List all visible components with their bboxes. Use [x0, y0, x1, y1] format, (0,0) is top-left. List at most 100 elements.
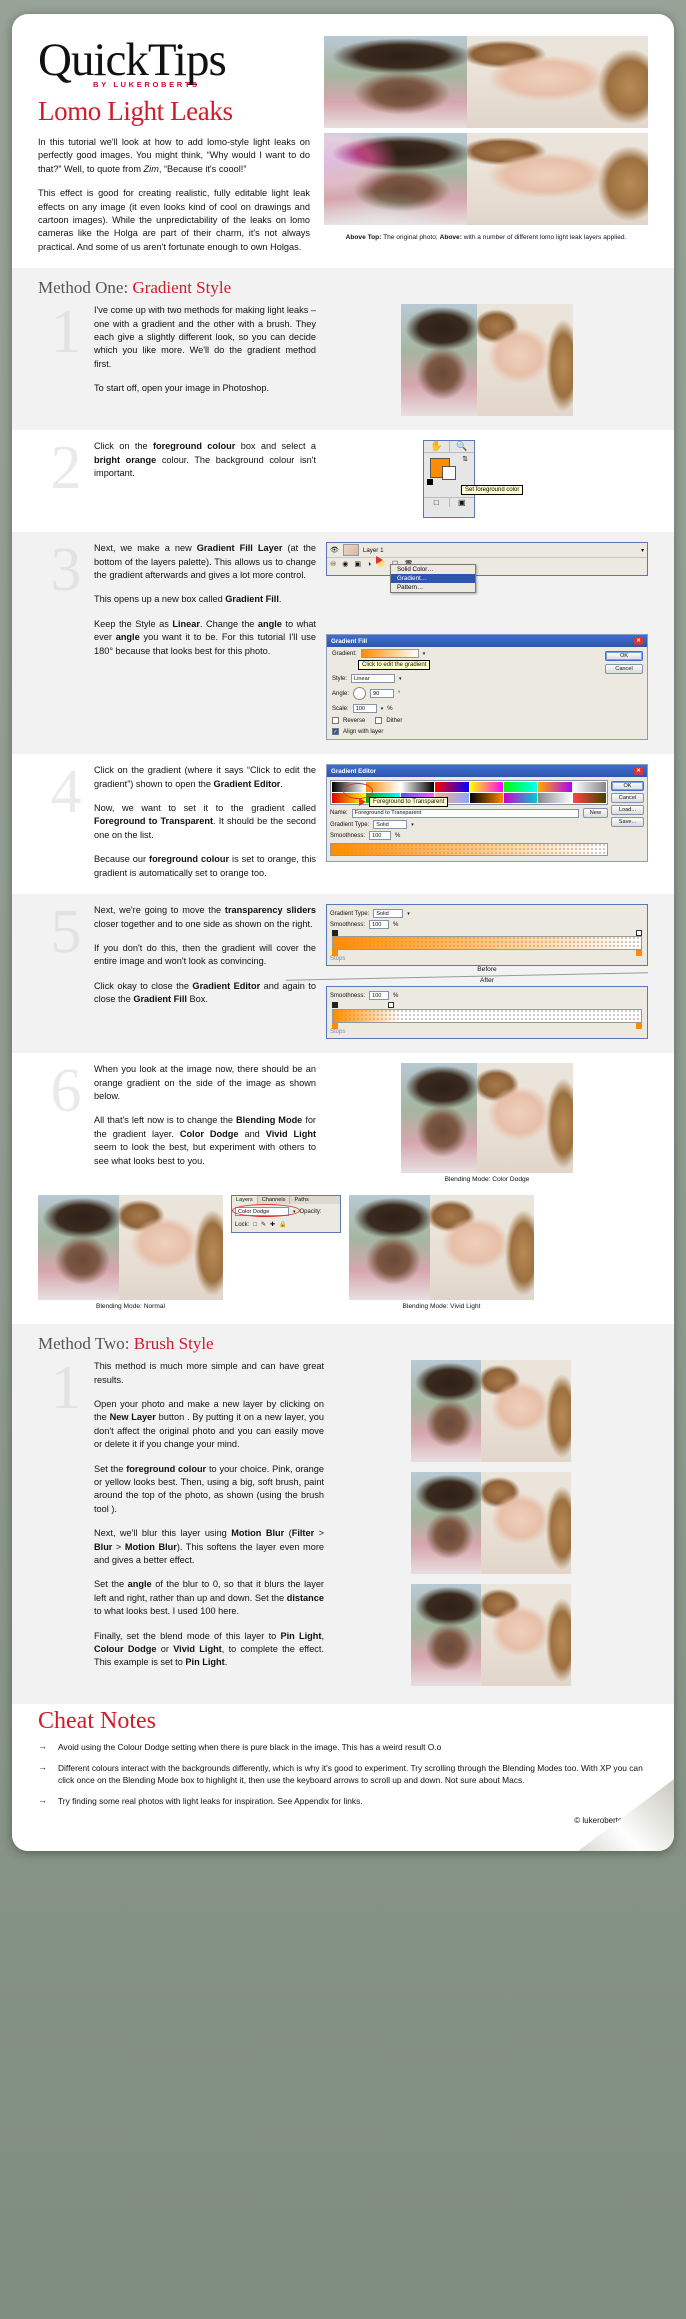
style-dropdown-icon[interactable]: ▾	[399, 676, 402, 682]
smoothness-input[interactable]: 100	[369, 831, 392, 841]
tab-channels[interactable]: Channels	[258, 1196, 291, 1205]
preset-swatch[interactable]	[503, 782, 538, 793]
gradient-name-input[interactable]: Foreground to Transparent	[351, 808, 579, 818]
step-number: 1	[50, 298, 82, 367]
smoothness-input[interactable]: 100	[369, 920, 390, 930]
dither-checkbox[interactable]	[375, 717, 383, 725]
layers-palette-blend[interactable]: Layers Channels Paths Color Dodge ▾ Opac…	[231, 1195, 341, 1234]
gradient-editor-before[interactable]: Gradient Type: Solid ▾ Smoothness: 100 %	[326, 904, 648, 967]
reverse-checkbox[interactable]	[332, 717, 339, 725]
pointer-arrow-icon	[376, 556, 383, 565]
new-fill-layer-icon[interactable]: ◑	[367, 561, 371, 568]
type-dropdown-icon[interactable]: ▾	[407, 911, 410, 917]
gradient-type-select[interactable]: Solid	[373, 909, 404, 919]
cheat-note-item: → Avoid using the Colour Dodge setting w…	[38, 1741, 648, 1753]
preset-swatch[interactable]	[572, 782, 606, 793]
fill-layer-menu[interactable]: Solid Color… Gradient… Pattern…	[390, 564, 476, 594]
gradient-preview-strip[interactable]	[332, 1009, 642, 1024]
cancel-button[interactable]: Cancel	[611, 793, 644, 804]
style-select[interactable]: Linear	[351, 674, 396, 684]
close-icon[interactable]: ✕	[634, 767, 643, 776]
layer-visibility-icon[interactable]: 👁	[330, 546, 339, 554]
step-paragraph: If you don't do this, then the gradient …	[94, 942, 316, 967]
lock-all-icon[interactable]: 🔒	[279, 1221, 286, 1228]
tab-paths[interactable]: Paths	[290, 1196, 312, 1204]
method-one-heading: Method One: Gradient Style	[38, 278, 648, 298]
intro-paragraph-2: This effect is good for creating realist…	[38, 188, 310, 252]
preset-swatch[interactable]	[572, 793, 606, 804]
gradient-editor-dialog[interactable]: Gradient Editor ✕ Name: Foreground to Tr…	[326, 764, 648, 863]
method-two-step-1: 1 This method is much more simple and ca…	[38, 1357, 648, 1687]
preset-swatch[interactable]	[435, 782, 469, 793]
scale-dropdown-icon[interactable]: ▾	[381, 706, 384, 712]
lock-transparent-icon[interactable]: □	[253, 1222, 257, 1228]
step-artwork: Gradient Type: Solid ▾ Smoothness: 100 %	[286, 904, 648, 1040]
close-icon[interactable]: ✕	[634, 637, 643, 646]
preset-swatch[interactable]	[538, 793, 572, 804]
opacity-stop-right[interactable]	[636, 930, 642, 937]
photoshop-toolbar[interactable]: ✋ 🔍 ⇅ □ ▣	[423, 440, 475, 519]
caption-bold-above: Above:	[439, 234, 462, 241]
layer-menu-icon[interactable]: ▾	[641, 547, 644, 554]
color-stop-right[interactable]	[636, 950, 642, 957]
preset-swatch[interactable]	[469, 793, 503, 804]
add-mask-icon[interactable]: ▣	[354, 560, 361, 568]
angle-dial[interactable]	[353, 687, 367, 701]
tab-layers[interactable]: Layers	[232, 1196, 258, 1205]
preset-swatch[interactable]	[538, 782, 572, 793]
color-stop-left[interactable]	[332, 950, 338, 957]
swap-colors-icon[interactable]: ⇅	[462, 455, 468, 463]
gradient-tooltip: Click to edit the gradient	[358, 660, 431, 671]
photo-pin-light-result	[411, 1584, 571, 1687]
lock-image-icon[interactable]: ✎	[261, 1221, 266, 1228]
gradient-preview[interactable]	[360, 649, 419, 659]
type-dropdown-icon[interactable]: ▾	[411, 822, 414, 828]
hand-tool-icon[interactable]: ✋	[424, 441, 450, 453]
gradient-dropdown-icon[interactable]: ▾	[423, 651, 426, 657]
gradient-type-label: Gradient Type:	[330, 821, 370, 828]
smoothness-input[interactable]: 100	[369, 991, 390, 1001]
layer-style-icon[interactable]: ◉	[342, 560, 348, 568]
save-button[interactable]: Save...	[611, 817, 644, 828]
layer-name: Layer 1	[362, 546, 384, 554]
zoom-tool-icon[interactable]: 🔍	[450, 441, 475, 452]
load-button[interactable]: Load...	[611, 805, 644, 816]
layers-palette[interactable]: 👁 Layer 1 ▾ ♾ ◉ ▣ ◑ 📁 ☐	[326, 542, 648, 577]
gradient-stop-strip[interactable]	[330, 843, 608, 857]
gradient-type-select[interactable]: Solid	[373, 820, 408, 830]
gradient-preview-strip[interactable]	[332, 936, 642, 951]
preset-swatch[interactable]	[400, 782, 435, 793]
opacity-stop-moved[interactable]	[387, 1002, 394, 1009]
menu-item-solid-color[interactable]: Solid Color…	[391, 565, 475, 574]
ok-button[interactable]: OK	[611, 781, 644, 792]
align-checkbox[interactable]: ✓	[332, 728, 339, 736]
scale-input[interactable]: 100	[352, 704, 377, 714]
cancel-button[interactable]: Cancel	[605, 664, 643, 675]
new-preset-button[interactable]: New	[582, 808, 608, 819]
default-colors-icon[interactable]	[427, 479, 433, 486]
quick-mask-icon[interactable]: □	[424, 498, 450, 508]
preset-swatch[interactable]	[503, 793, 538, 804]
step-text: Click on the foreground colour box and s…	[94, 440, 316, 518]
menu-item-pattern[interactable]: Pattern…	[391, 583, 475, 592]
gradient-fill-dialog[interactable]: Gradient Fill ✕ Gradient: ▾ Click to edi…	[326, 634, 648, 741]
color-stop-right[interactable]	[636, 1023, 642, 1030]
background-color-swatch[interactable]	[442, 466, 456, 481]
color-stop-left[interactable]	[332, 1023, 338, 1030]
gradient-editor-after[interactable]: Smoothness: 100 % Stops	[326, 986, 648, 1040]
scale-label: Scale:	[332, 705, 349, 712]
step-paragraph: Next, we'll blur this layer using Motion…	[94, 1528, 324, 1565]
menu-item-gradient[interactable]: Gradient…	[391, 574, 475, 584]
opacity-stop-left[interactable]	[332, 930, 338, 937]
ok-button[interactable]: OK	[605, 651, 643, 662]
step-4-section: 4 Click on the gradient (where it says “…	[12, 754, 674, 895]
angle-input[interactable]: 90	[370, 689, 395, 699]
method-two-accent: Brush Style	[133, 1334, 214, 1354]
step-paragraph: To start off, open your image in Photosh…	[94, 383, 270, 394]
lock-position-icon[interactable]: ✚	[270, 1221, 275, 1228]
photo-blend-normal	[38, 1195, 223, 1301]
link-layers-icon[interactable]: ♾	[330, 560, 336, 568]
standard-mode-icon[interactable]: ▣	[450, 498, 475, 507]
preset-swatch[interactable]	[469, 782, 503, 793]
opacity-stop-left[interactable]	[332, 1002, 338, 1009]
